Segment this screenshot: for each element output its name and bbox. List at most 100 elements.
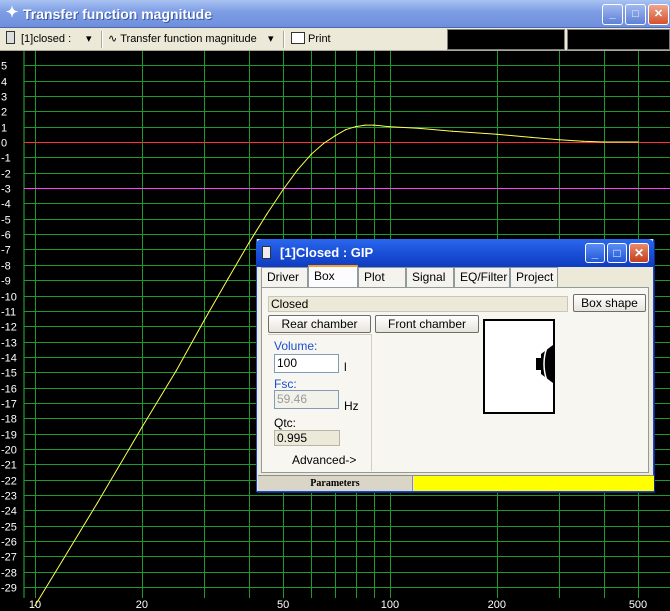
tab-driver[interactable]: Driver [261, 267, 308, 287]
x-tick-label: 20 [136, 599, 148, 611]
rear-chamber-button[interactable]: Rear chamber [268, 315, 371, 333]
readout-box-2 [567, 29, 670, 50]
y-tick-label: -2 [1, 169, 11, 181]
qtc-label: Qtc: [274, 416, 297, 430]
x-tick-label: 500 [629, 599, 647, 611]
print-label: Print [308, 33, 331, 45]
curve-data-point [62, 558, 64, 561]
y-tick-label: -4 [1, 199, 11, 211]
status-parameters: Parameters [258, 476, 413, 491]
speaker-driver-icon [536, 345, 553, 383]
dialog-maximize-button[interactable]: □ [607, 243, 627, 263]
y-tick-label: -15 [1, 368, 17, 380]
y-tick-label: -12 [1, 322, 17, 334]
tab-signal[interactable]: Signal [406, 267, 454, 287]
x-tick-label: 200 [488, 599, 506, 611]
curve-data-point [34, 604, 36, 607]
y-tick-label: -18 [1, 414, 17, 426]
minimize-button[interactable]: _ [602, 4, 623, 25]
fsc-unit: Hz [344, 399, 359, 413]
curve-data-point [141, 426, 143, 429]
main-title-bar[interactable]: ✦ Transfer function magnitude _ □ ✕ [0, 0, 670, 28]
box-type-field: Closed [268, 296, 568, 312]
y-tick-label: -22 [1, 476, 17, 488]
toolbar-separator [283, 31, 285, 48]
y-tick-label: -27 [1, 552, 17, 564]
y-tick-label: 3 [1, 92, 7, 104]
y-tick-label: 2 [1, 107, 7, 119]
y-tick-label: -3 [1, 184, 11, 196]
toolbar: [1]closed : ▾ ∿ Transfer function magnitu… [0, 28, 670, 51]
speaker-icon [262, 246, 271, 259]
dialog-close-button[interactable]: ✕ [629, 243, 649, 263]
tab-box[interactable]: Box [308, 265, 358, 287]
status-progress [414, 476, 654, 491]
x-tick-label: 50 [277, 599, 289, 611]
tab-project[interactable]: Project [510, 267, 558, 287]
y-tick-label: -17 [1, 399, 17, 411]
volume-input[interactable]: 100 [274, 354, 339, 373]
curve-data-point [637, 141, 639, 143]
project-select-label: [1]closed : [21, 33, 72, 45]
y-tick-label: -11 [1, 307, 16, 319]
y-tick-label: -28 [1, 568, 17, 580]
curve-data-point [227, 278, 229, 280]
advanced-button[interactable]: Advanced-> [292, 453, 356, 467]
app-icon: ✦ [5, 4, 19, 21]
x-tick-label: 100 [381, 599, 399, 611]
y-tick-label: -24 [1, 506, 17, 518]
printer-icon [291, 32, 305, 44]
curve-data-point [344, 129, 347, 131]
y-tick-label: -5 [1, 215, 11, 227]
box-shape-button[interactable]: Box shape [573, 294, 646, 312]
y-tick-label: -8 [1, 261, 11, 273]
readout-box-1 [447, 29, 565, 50]
maximize-button[interactable]: □ [625, 4, 646, 25]
box-shape-preview [483, 319, 555, 414]
project-select[interactable]: [1]closed : ▾ [6, 30, 98, 49]
tab-eq-filter[interactable]: EQ/Filter [454, 267, 510, 287]
dialog-title: [1]Closed : GIP [280, 245, 374, 260]
curve-data-point [248, 242, 250, 244]
curve-data-point [417, 127, 419, 129]
front-chamber-button[interactable]: Front chamber [375, 315, 479, 333]
y-tick-label: -26 [1, 537, 17, 549]
curve-data-point [334, 135, 336, 137]
y-tick-label: 5 [1, 61, 7, 73]
y-tick-label: 0 [1, 138, 7, 150]
graph-select[interactable]: ∿ Transfer function magnitude ▾ [108, 30, 280, 49]
fsc-label: Fsc: [274, 377, 297, 391]
fsc-field: 59.46 [274, 390, 339, 409]
tab-plot[interactable]: Plot [358, 267, 406, 287]
y-tick-label: 4 [1, 77, 7, 89]
y-tick-label: -14 [1, 353, 17, 365]
close-button[interactable]: ✕ [648, 4, 669, 25]
y-tick-label: 1 [1, 123, 7, 135]
curve-data-point [96, 502, 99, 504]
y-tick-label: -25 [1, 522, 17, 534]
curve-data-point [451, 130, 454, 132]
curve-data-point [310, 153, 312, 155]
y-tick-label: -9 [1, 276, 11, 288]
y-tick-label: -29 [1, 583, 17, 595]
y-tick-label: -1 [1, 153, 11, 165]
chevron-down-icon: ▾ [268, 33, 274, 45]
graph-select-label: Transfer function magnitude [120, 33, 257, 45]
waveform-icon: ∿ [108, 33, 118, 45]
y-tick-label: -21 [1, 460, 17, 472]
curve-data-point [354, 126, 357, 128]
curve-data-point [621, 141, 623, 143]
curve-data-point [297, 169, 299, 171]
dialog-status-bar: Parameters [258, 475, 654, 491]
curve-data-point [530, 136, 532, 138]
y-tick-label: -19 [1, 430, 17, 442]
qtc-field: 0.995 [274, 430, 340, 446]
curve-data-point [373, 124, 375, 126]
dialog-minimize-button[interactable]: _ [585, 243, 605, 263]
print-button[interactable]: Print [291, 30, 341, 49]
curve-data-point [322, 142, 325, 145]
y-tick-label: -20 [1, 445, 17, 457]
dialog-title-bar[interactable]: [1]Closed : GIP _ □ ✕ [256, 239, 654, 267]
curve-data-point [558, 139, 560, 141]
y-tick-label: -16 [1, 384, 17, 396]
